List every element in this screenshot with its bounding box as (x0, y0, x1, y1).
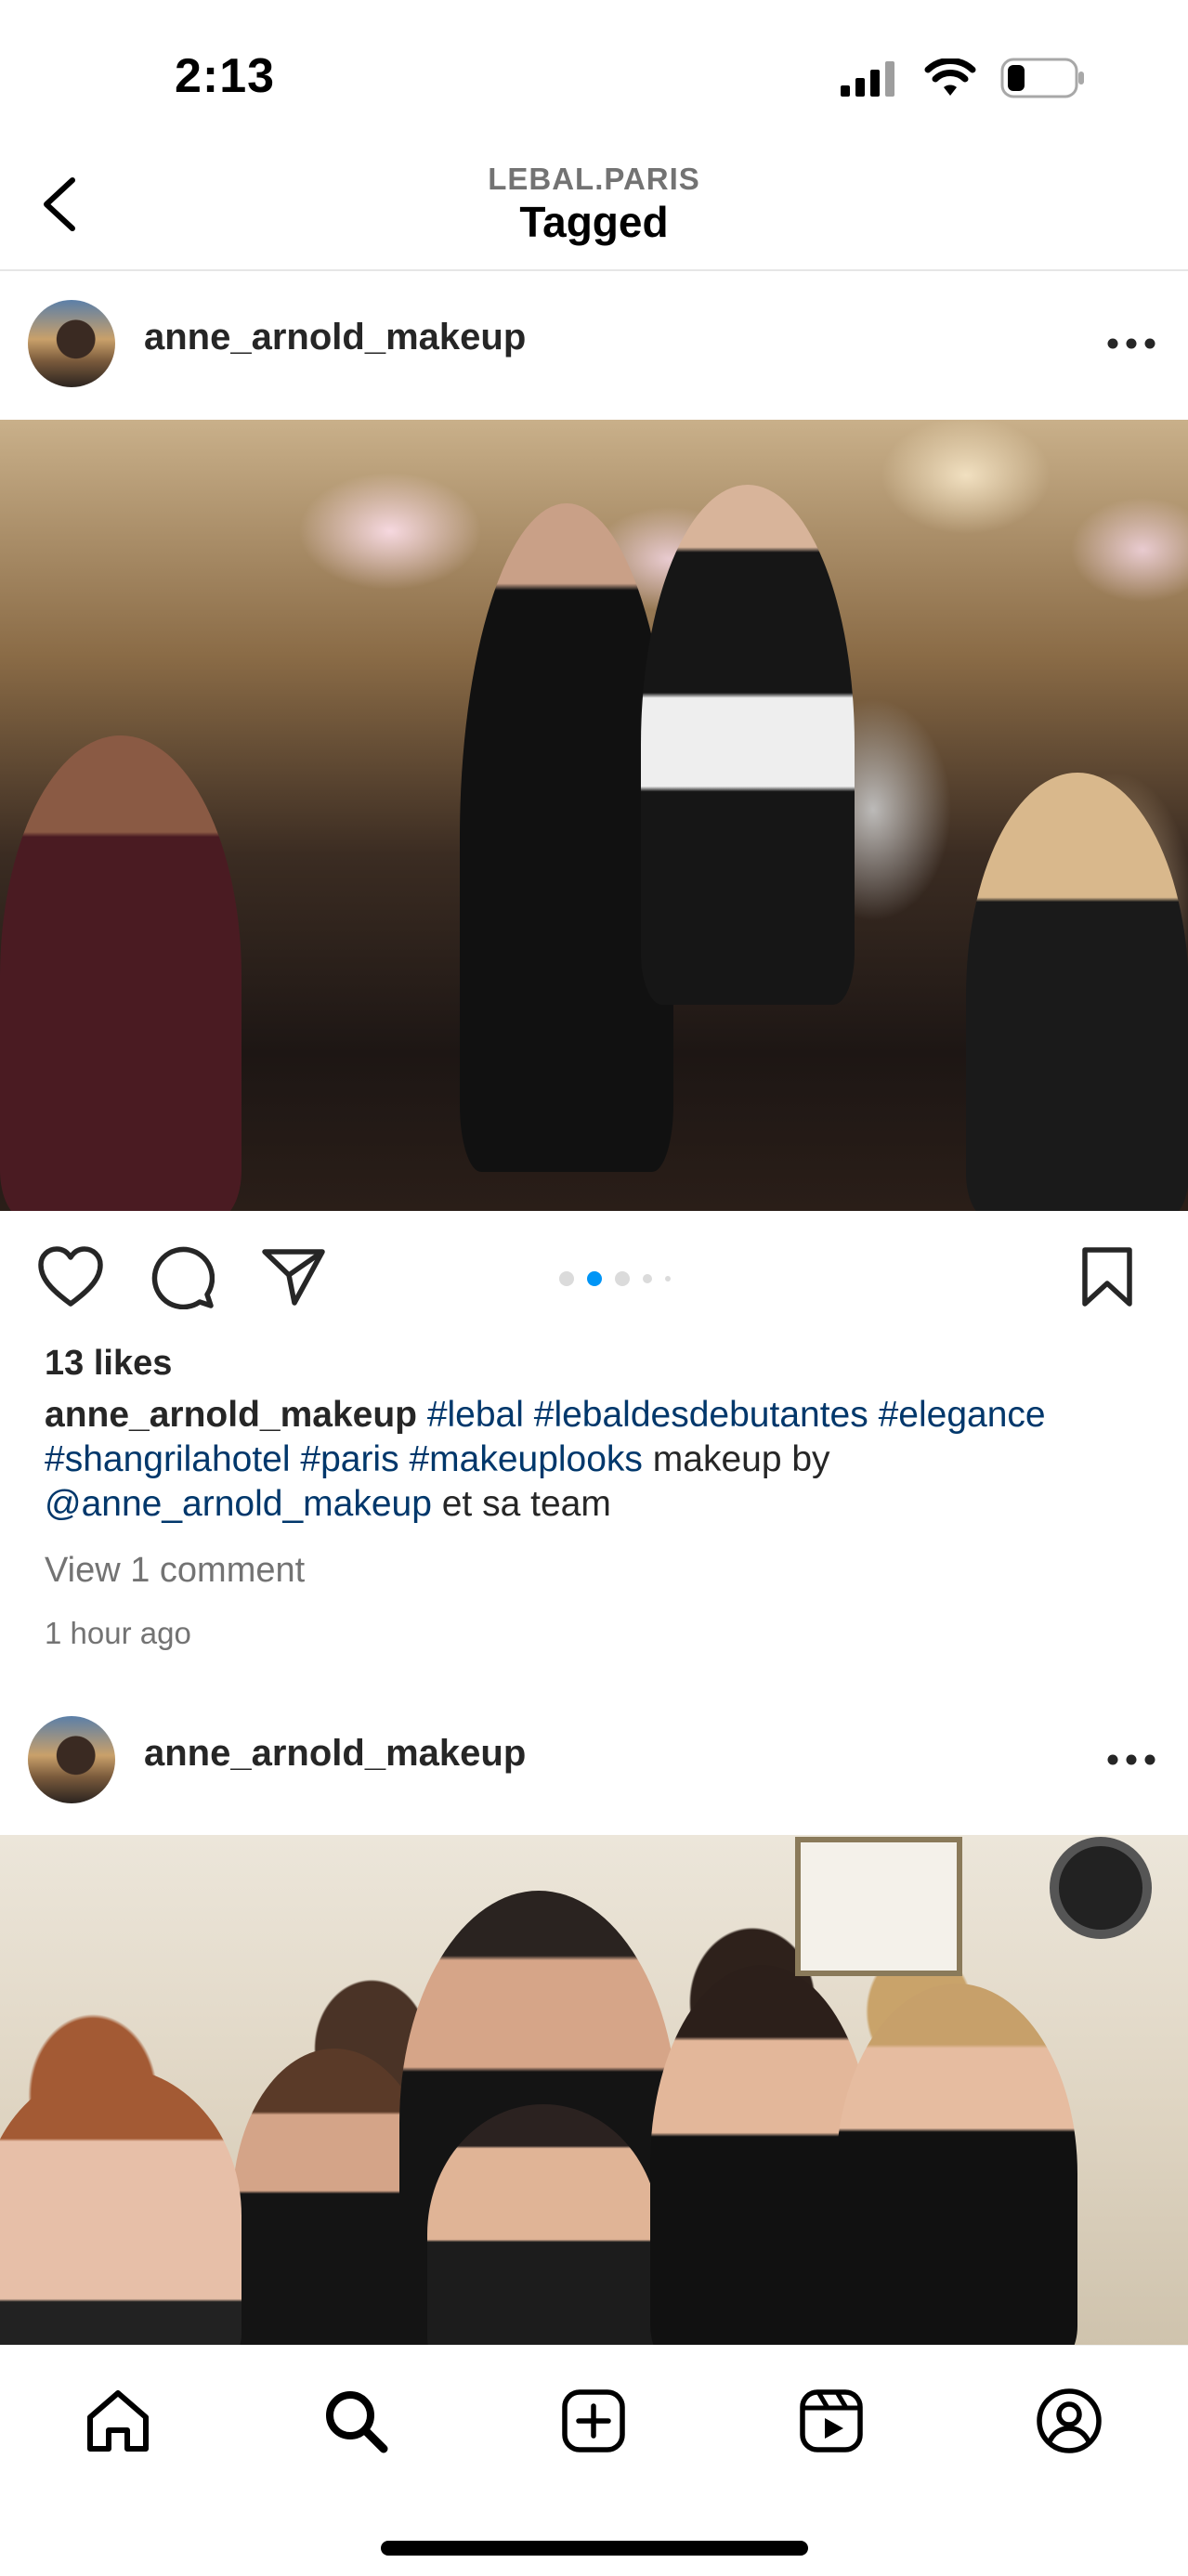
status-bar: 2:13 (0, 0, 1188, 149)
comment-button[interactable] (143, 1238, 221, 1316)
image-figure-person (0, 2067, 242, 2346)
carousel-indicator (559, 1271, 671, 1286)
post-timestamp: 1 hour ago (45, 1616, 191, 1650)
carousel-dot (643, 1274, 652, 1283)
heart-icon (38, 1246, 103, 1307)
post-image[interactable] (0, 420, 1188, 1211)
create-icon (562, 2389, 625, 2452)
profile-icon (1037, 2388, 1102, 2453)
mention-link[interactable]: @anne_arnold_makeup (45, 1484, 432, 1524)
image-wall-frame (795, 1837, 962, 1976)
carousel-dot-active (587, 1271, 602, 1286)
post-caption: anne_arnold_makeup #lebal #lebaldesdebut… (45, 1393, 1150, 1527)
status-icons (841, 58, 1086, 103)
comment-icon (151, 1246, 215, 1309)
battery-icon (1000, 58, 1086, 103)
post-image[interactable] (0, 1835, 1188, 2346)
reels-icon (800, 2389, 863, 2452)
caption-text (291, 1439, 301, 1479)
hashtag-link[interactable]: #lebaldesdebutantes (534, 1395, 868, 1435)
carousel-dot (665, 1276, 671, 1281)
likes-count[interactable]: 13 likes (45, 1344, 172, 1384)
page-title: Tagged (519, 198, 669, 246)
nav-search-button[interactable] (314, 2379, 398, 2463)
carousel-dot (559, 1271, 574, 1286)
carousel-dot (615, 1271, 630, 1286)
caption-text (868, 1395, 879, 1435)
caption-text (399, 1439, 410, 1479)
hashtag-link[interactable]: #paris (300, 1439, 398, 1479)
home-indicator[interactable] (381, 2541, 808, 2556)
image-figure-man (641, 485, 855, 1005)
save-button[interactable] (1068, 1238, 1146, 1316)
more-horizontal-icon (1107, 338, 1155, 349)
image-figure-guest (966, 773, 1188, 1211)
image-figure-person (836, 1984, 1077, 2346)
post-header: anne_arnold_makeup (0, 1690, 1188, 1829)
more-horizontal-icon (1107, 1754, 1155, 1765)
hashtag-link[interactable]: #elegance (879, 1395, 1046, 1435)
home-icon (87, 2390, 149, 2452)
hashtag-link[interactable]: #lebal (427, 1395, 524, 1435)
header-subtitle: LEBAL.PARIS (488, 162, 700, 196)
send-icon (262, 1249, 325, 1306)
page-header: LEBAL.PARIS Tagged (0, 149, 1188, 271)
image-figure-guest (0, 735, 242, 1211)
avatar[interactable] (28, 1716, 115, 1803)
wifi-icon (924, 58, 976, 102)
hashtag-link[interactable]: #makeuplooks (409, 1439, 642, 1479)
more-options-button[interactable] (1099, 311, 1164, 376)
post-username[interactable]: anne_arnold_makeup (144, 317, 526, 358)
caption-text (524, 1395, 534, 1435)
nav-create-button[interactable] (552, 2379, 635, 2463)
image-ring-light (1050, 1837, 1152, 1939)
status-time: 2:13 (175, 49, 276, 103)
share-button[interactable] (255, 1238, 333, 1316)
post-actions (0, 1210, 1188, 1342)
bookmark-icon (1082, 1247, 1132, 1307)
nav-profile-button[interactable] (1027, 2379, 1111, 2463)
like-button[interactable] (32, 1238, 110, 1316)
more-options-button[interactable] (1099, 1727, 1164, 1792)
search-icon (326, 2391, 388, 2453)
nav-home-button[interactable] (76, 2379, 160, 2463)
caption-text: makeup by (642, 1439, 830, 1479)
cellular-signal-icon (841, 59, 900, 101)
hashtag-link[interactable]: #shangrilahotel (45, 1439, 291, 1479)
avatar[interactable] (28, 300, 115, 387)
nav-reels-button[interactable] (790, 2379, 873, 2463)
view-comments-link[interactable]: View 1 comment (45, 1551, 305, 1591)
caption-text: et sa team (431, 1484, 611, 1524)
post-header: anne_arnold_makeup (0, 274, 1188, 413)
caption-username[interactable]: anne_arnold_makeup (45, 1395, 417, 1435)
post-username[interactable]: anne_arnold_makeup (144, 1733, 526, 1775)
